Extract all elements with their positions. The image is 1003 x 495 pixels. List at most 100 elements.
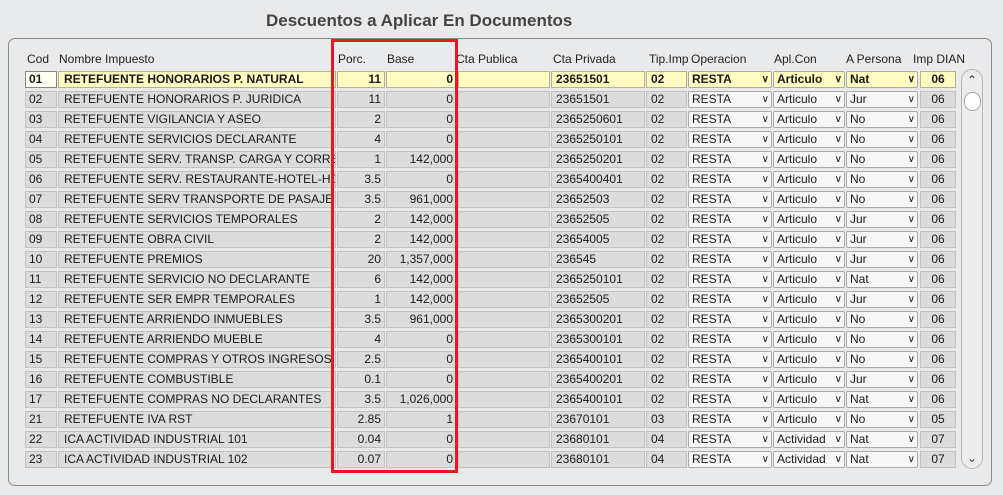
tip-imp-field[interactable]: 02 <box>646 371 687 388</box>
cta-publica-field[interactable] <box>458 451 550 468</box>
operacion-select[interactable]: RESTA ∨ <box>688 171 772 188</box>
cta-publica-field[interactable] <box>458 271 550 288</box>
cta-privada-field[interactable]: 23652503 <box>551 191 645 208</box>
imp-dian-field[interactable]: 05 <box>920 411 956 428</box>
imp-dian-field[interactable]: 06 <box>920 371 956 388</box>
base-field[interactable]: 0 <box>386 91 457 108</box>
table-row[interactable]: 22 ICA ACTIVIDAD INDUSTRIAL 101 0.04 0 23680… <box>9 430 959 450</box>
tip-imp-field[interactable]: 02 <box>646 251 687 268</box>
a-persona-select[interactable]: Nat ∨ <box>846 451 918 468</box>
cta-privada-field[interactable]: 23651501 <box>551 71 645 88</box>
apl-con-select[interactable]: Articulo ∨ <box>773 271 845 288</box>
cta-privada-field[interactable]: 23680101 <box>551 431 645 448</box>
a-persona-select[interactable]: Nat ∨ <box>846 431 918 448</box>
apl-con-select[interactable]: Articulo ∨ <box>773 71 845 88</box>
cta-publica-field[interactable] <box>458 431 550 448</box>
nombre-field[interactable]: ICA ACTIVIDAD INDUSTRIAL 102 <box>58 451 336 468</box>
operacion-select[interactable]: RESTA ∨ <box>688 371 772 388</box>
tip-imp-field[interactable]: 02 <box>646 211 687 228</box>
a-persona-select[interactable]: No ∨ <box>846 311 918 328</box>
base-field[interactable]: 0 <box>386 111 457 128</box>
cod-field[interactable]: 22 <box>25 431 57 448</box>
imp-dian-field[interactable]: 06 <box>920 191 956 208</box>
nombre-field[interactable]: RETEFUENTE HONORARIOS P. JURIDICA <box>58 91 336 108</box>
base-field[interactable]: 0 <box>386 371 457 388</box>
imp-dian-field[interactable]: 06 <box>920 231 956 248</box>
porc-field[interactable]: 11 <box>337 71 385 88</box>
base-field[interactable]: 0 <box>386 171 457 188</box>
cta-privada-field[interactable]: 2365400101 <box>551 391 645 408</box>
imp-dian-field[interactable]: 06 <box>920 171 956 188</box>
porc-field[interactable]: 3.5 <box>337 391 385 408</box>
apl-con-select[interactable]: Articulo ∨ <box>773 231 845 248</box>
cta-privada-field[interactable]: 2365400401 <box>551 171 645 188</box>
chevron-up-icon[interactable]: ⌃ <box>962 72 982 88</box>
table-row[interactable]: 21 RETEFUENTE IVA RST 2.85 1 23670101 03 RESTA… <box>9 410 959 430</box>
operacion-select[interactable]: RESTA ∨ <box>688 411 772 428</box>
operacion-select[interactable]: RESTA ∨ <box>688 251 772 268</box>
tip-imp-field[interactable]: 02 <box>646 151 687 168</box>
cta-publica-field[interactable] <box>458 131 550 148</box>
porc-field[interactable]: 0.04 <box>337 431 385 448</box>
cta-privada-field[interactable]: 2365250101 <box>551 271 645 288</box>
porc-field[interactable]: 6 <box>337 271 385 288</box>
porc-field[interactable]: 2.85 <box>337 411 385 428</box>
cta-privada-field[interactable]: 2365250601 <box>551 111 645 128</box>
cta-privada-field[interactable]: 23680101 <box>551 451 645 468</box>
cod-field[interactable]: 01 <box>25 71 57 88</box>
apl-con-select[interactable]: Articulo ∨ <box>773 411 845 428</box>
table-row[interactable]: 06 RETEFUENTE SERV. RESTAURANTE-HOTEL-HO 3… <box>9 170 959 190</box>
cta-privada-field[interactable]: 23654005 <box>551 231 645 248</box>
apl-con-select[interactable]: Articulo ∨ <box>773 211 845 228</box>
porc-field[interactable]: 2 <box>337 211 385 228</box>
cod-field[interactable]: 12 <box>25 291 57 308</box>
apl-con-select[interactable]: Articulo ∨ <box>773 371 845 388</box>
nombre-field[interactable]: RETEFUENTE SERV TRANSPORTE DE PASAJE <box>58 191 336 208</box>
table-row[interactable]: 10 RETEFUENTE PREMIOS 20 1,357,000 236545 02 R… <box>9 250 959 270</box>
a-persona-select[interactable]: No ∨ <box>846 331 918 348</box>
apl-con-select[interactable]: Articulo ∨ <box>773 311 845 328</box>
cta-privada-field[interactable]: 2365400201 <box>551 371 645 388</box>
cta-privada-field[interactable]: 2365250201 <box>551 151 645 168</box>
nombre-field[interactable]: RETEFUENTE OBRA CIVIL <box>58 231 336 248</box>
base-field[interactable]: 142,000 <box>386 151 457 168</box>
chevron-down-icon[interactable]: ⌄ <box>962 450 982 466</box>
nombre-field[interactable]: RETEFUENTE HONORARIOS P. NATURAL <box>58 71 336 88</box>
tip-imp-field[interactable]: 02 <box>646 311 687 328</box>
base-field[interactable]: 1 <box>386 411 457 428</box>
a-persona-select[interactable]: Jur ∨ <box>846 211 918 228</box>
nombre-field[interactable]: ICA ACTIVIDAD INDUSTRIAL 101 <box>58 431 336 448</box>
a-persona-select[interactable]: Jur ∨ <box>846 291 918 308</box>
tip-imp-field[interactable]: 02 <box>646 331 687 348</box>
table-row[interactable]: 01 RETEFUENTE HONORARIOS P. NATURAL 11 0 236… <box>9 70 959 90</box>
apl-con-select[interactable]: Articulo ∨ <box>773 131 845 148</box>
tip-imp-field[interactable]: 02 <box>646 291 687 308</box>
base-field[interactable]: 0 <box>386 71 457 88</box>
a-persona-select[interactable]: Nat ∨ <box>846 71 918 88</box>
cta-publica-field[interactable] <box>458 91 550 108</box>
operacion-select[interactable]: RESTA ∨ <box>688 291 772 308</box>
cod-field[interactable]: 14 <box>25 331 57 348</box>
porc-field[interactable]: 0.07 <box>337 451 385 468</box>
imp-dian-field[interactable]: 07 <box>920 431 956 448</box>
a-persona-select[interactable]: Jur ∨ <box>846 371 918 388</box>
cta-publica-field[interactable] <box>458 371 550 388</box>
tip-imp-field[interactable]: 03 <box>646 411 687 428</box>
apl-con-select[interactable]: Actividad ∨ <box>773 431 845 448</box>
nombre-field[interactable]: RETEFUENTE COMPRAS NO DECLARANTES <box>58 391 336 408</box>
porc-field[interactable]: 2 <box>337 231 385 248</box>
cod-field[interactable]: 05 <box>25 151 57 168</box>
operacion-select[interactable]: RESTA ∨ <box>688 151 772 168</box>
table-row[interactable]: 03 RETEFUENTE VIGILANCIA Y ASEO 2 0 23652506… <box>9 110 959 130</box>
porc-field[interactable]: 1 <box>337 291 385 308</box>
tip-imp-field[interactable]: 02 <box>646 131 687 148</box>
table-row[interactable]: 04 RETEFUENTE SERVICIOS DECLARANTE 4 0 23652… <box>9 130 959 150</box>
operacion-select[interactable]: RESTA ∨ <box>688 391 772 408</box>
imp-dian-field[interactable]: 06 <box>920 91 956 108</box>
imp-dian-field[interactable]: 06 <box>920 251 956 268</box>
nombre-field[interactable]: RETEFUENTE PREMIOS <box>58 251 336 268</box>
table-row[interactable]: 14 RETEFUENTE ARRIENDO MUEBLE 4 0 2365300101… <box>9 330 959 350</box>
cta-publica-field[interactable] <box>458 351 550 368</box>
operacion-select[interactable]: RESTA ∨ <box>688 311 772 328</box>
imp-dian-field[interactable]: 06 <box>920 291 956 308</box>
